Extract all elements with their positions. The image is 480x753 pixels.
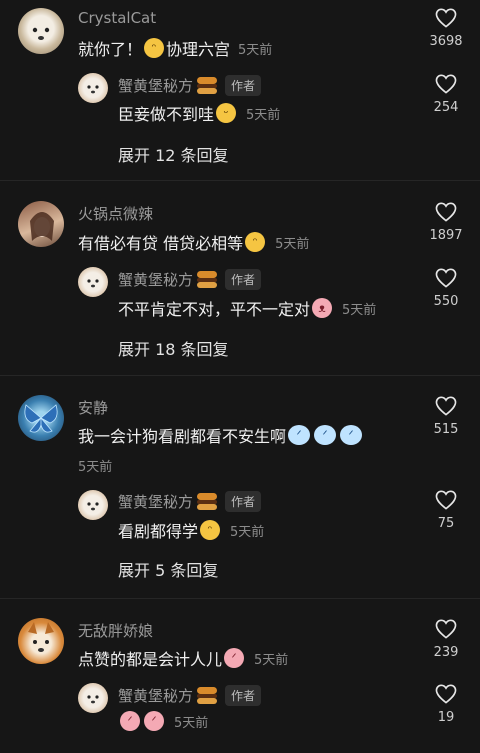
avatar[interactable]: [78, 490, 108, 520]
burger-emoji-icon: [197, 76, 218, 95]
username[interactable]: 安静: [78, 397, 108, 418]
reply-username: 蟹黄堡秘方 作者: [118, 491, 262, 512]
crying-emoji-icon: ᐟ: [340, 425, 363, 445]
reply-username: 蟹黄堡秘方 作者: [118, 75, 262, 96]
crying-emoji-icon: ᐟ: [314, 425, 337, 445]
reply-username: 蟹黄堡秘方 作者: [118, 269, 262, 290]
like-count: 3698: [429, 34, 463, 49]
timestamp: 5天前: [246, 107, 281, 123]
avatar[interactable]: [78, 683, 108, 713]
timestamp: 5天前: [174, 715, 209, 731]
heart-outline-icon: [435, 268, 457, 288]
avatar[interactable]: [18, 395, 64, 441]
avatar[interactable]: [78, 267, 108, 297]
like-count: 75: [437, 516, 455, 531]
avatar[interactable]: [78, 73, 108, 103]
username[interactable]: 蟹黄堡秘方: [118, 491, 193, 512]
expand-replies-button[interactable]: 展开 18 条回复: [118, 336, 229, 360]
like-count: 515: [433, 422, 459, 437]
smile-emoji-icon: ᵔ: [245, 232, 266, 252]
author-badge: 作者: [225, 491, 262, 512]
like-count: 254: [433, 100, 459, 115]
heart-outline-icon: [435, 74, 457, 94]
timestamp: 5天前: [254, 652, 289, 668]
timestamp: 5天前: [342, 302, 377, 318]
author-badge: 作者: [225, 75, 262, 96]
heart-outline-icon: [435, 684, 457, 704]
timestamp: 5天前: [238, 42, 273, 58]
like-button[interactable]: 19: [426, 684, 466, 725]
reply-text: 臣妾做不到哇 ᵕ 5天前: [118, 101, 280, 125]
username[interactable]: 火锅点微辣: [78, 203, 153, 224]
username[interactable]: 蟹黄堡秘方: [118, 75, 193, 96]
crying-emoji-icon: ᐟ: [224, 648, 245, 668]
crying-emoji-icon: ᐟ: [120, 711, 140, 731]
reply-username: 蟹黄堡秘方 作者: [118, 685, 262, 706]
smile-emoji-icon: ᵔ: [144, 38, 165, 58]
avatar[interactable]: [18, 8, 64, 54]
tongue-emoji-icon: ᵕ: [216, 103, 237, 123]
username[interactable]: CrystalCat: [78, 9, 156, 27]
like-button[interactable]: 75: [426, 490, 466, 531]
burger-emoji-icon: [197, 492, 218, 511]
burger-emoji-icon: [197, 686, 218, 705]
comment-text: 有借必有贷 借贷必相等 ᵔ 5天前: [78, 230, 309, 254]
heart-outline-icon: [435, 490, 457, 510]
like-button[interactable]: 239: [426, 619, 466, 660]
timestamp: 5天前: [275, 236, 310, 252]
like-button[interactable]: 1897: [426, 202, 466, 243]
reply-text: 不平肯定不对，平不一定对 ᴥ 5天前: [118, 296, 376, 320]
reply-text-part: 看剧都得学: [118, 522, 199, 541]
timestamp: 5天前: [78, 460, 113, 475]
comment-text: 点赞的都是会计人儿 ᐟ 5天前: [78, 646, 288, 670]
reply-text: 看剧都得学 ᵔ 5天前: [118, 518, 264, 542]
username[interactable]: 无敌胖娇娘: [78, 620, 153, 641]
timestamp: 5天前: [230, 524, 265, 540]
expand-replies-button[interactable]: 展开 12 条回复: [118, 142, 229, 166]
like-button[interactable]: 3698: [426, 8, 466, 49]
reply-text: ᐟ ᐟ 5天前: [118, 711, 208, 731]
like-button[interactable]: 550: [426, 268, 466, 309]
crying-emoji-icon: ᐟ: [144, 711, 164, 731]
reply-text-part: 臣妾做不到哇: [118, 105, 215, 124]
burger-emoji-icon: [197, 270, 218, 289]
heart-outline-icon: [435, 396, 457, 416]
author-badge: 作者: [225, 685, 262, 706]
username[interactable]: 蟹黄堡秘方: [118, 269, 193, 290]
comment-text-part: 我一会计狗看剧都看不安生啊: [78, 427, 287, 446]
like-button[interactable]: 254: [426, 74, 466, 115]
heart-outline-icon: [435, 202, 457, 222]
heart-outline-icon: [435, 619, 457, 639]
divider: [0, 598, 480, 599]
comment-text: 就你了！ ᵔ 协理六宫 5天前: [78, 36, 272, 60]
comment-text-part: 就你了！: [78, 40, 143, 59]
reply-text-part: 不平肯定不对，平不一定对: [118, 300, 311, 319]
comment-text-part: 点赞的都是会计人儿: [78, 650, 223, 669]
like-count: 239: [433, 645, 459, 660]
divider: [0, 180, 480, 181]
author-badge: 作者: [225, 269, 262, 290]
divider: [0, 375, 480, 376]
like-count: 19: [437, 710, 455, 725]
like-count: 550: [433, 294, 459, 309]
heart-outline-icon: [435, 8, 457, 28]
avatar[interactable]: [18, 618, 64, 664]
comment-text: 我一会计狗看剧都看不安生啊 ᐟ ᐟ ᐟ: [78, 423, 364, 447]
expand-replies-button[interactable]: 展开 5 条回复: [118, 557, 218, 581]
like-button[interactable]: 515: [426, 396, 466, 437]
like-count: 1897: [429, 228, 463, 243]
comment-text-part: 协理六宫: [166, 40, 231, 59]
pig-emoji-icon: ᴥ: [312, 298, 333, 318]
avatar[interactable]: [18, 201, 64, 247]
crying-emoji-icon: ᐟ: [288, 425, 311, 445]
username[interactable]: 蟹黄堡秘方: [118, 685, 193, 706]
smile-emoji-icon: ᵔ: [200, 520, 221, 540]
comment-text-part: 有借必有贷 借贷必相等: [78, 234, 244, 253]
